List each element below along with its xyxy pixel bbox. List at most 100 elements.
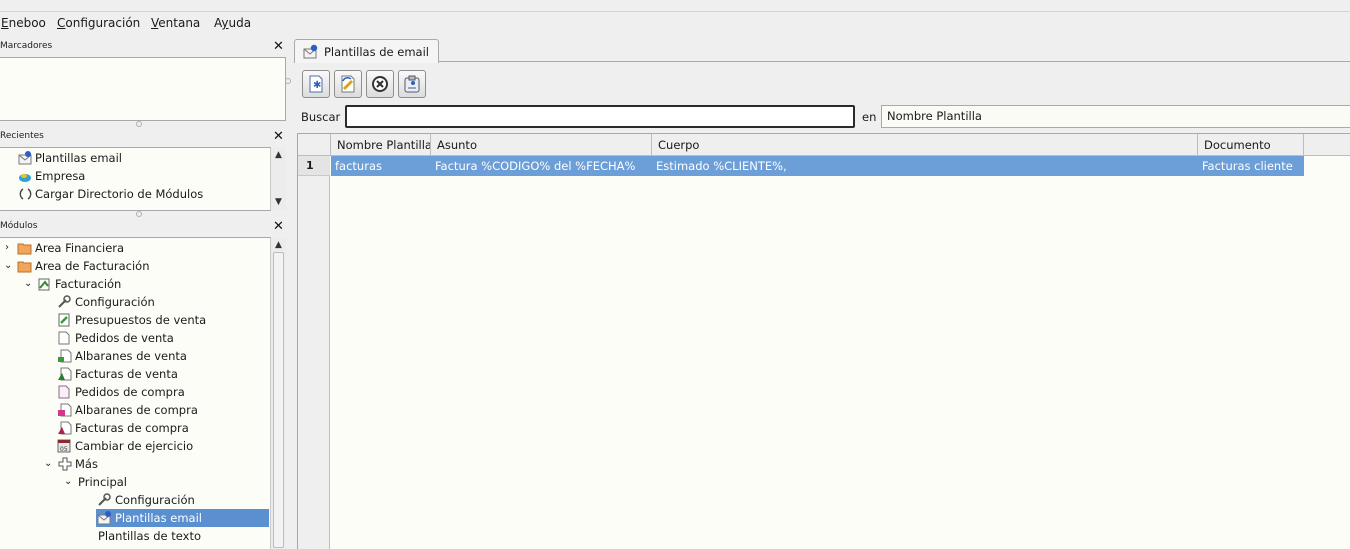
- recent-item[interactable]: Cargar Directorio de Módulos: [0, 185, 270, 203]
- menu-ayuda[interactable]: Ayuda: [214, 16, 251, 31]
- chevron-down-icon[interactable]: ⌄: [4, 257, 12, 275]
- wrench-icon: [98, 493, 111, 506]
- close-icon[interactable]: ✕: [273, 40, 284, 53]
- column-header-documento[interactable]: Documento: [1198, 134, 1304, 156]
- view-record-button[interactable]: [398, 70, 426, 98]
- tree-item-presupuestos-venta[interactable]: Presupuestos de venta: [0, 311, 270, 329]
- sales-quote-icon: [58, 313, 70, 327]
- plus-icon: [58, 457, 72, 471]
- column-header-asunto[interactable]: Asunto: [431, 134, 652, 156]
- tree-item-facturas-compra[interactable]: Facturas de compra: [0, 419, 270, 437]
- tree-item-label: Cambiar de ejercicio: [75, 439, 194, 453]
- tree-item-label: Pedidos de venta: [75, 331, 174, 345]
- table-cell[interactable]: Estimado %CLIENTE%,: [652, 156, 1198, 176]
- tree-item-configuracion[interactable]: Configuración: [0, 293, 270, 311]
- tree-item-label: Plantillas de texto: [98, 529, 202, 543]
- email-template-icon: [303, 44, 318, 59]
- tree-item-pedidos-compra[interactable]: Pedidos de compra: [0, 383, 270, 401]
- recent-list: Plantillas email Empresa Cargar Director…: [0, 147, 271, 211]
- company-icon: [19, 174, 31, 182]
- tree-item-plantillas-email[interactable]: Plantillas email: [0, 509, 270, 527]
- scrollbar-thumb[interactable]: [273, 252, 284, 548]
- menu-configuracin[interactable]: Configuración: [57, 16, 140, 31]
- tab-bar: Plantillas de email: [294, 37, 1350, 63]
- recent-item-label: Empresa: [35, 169, 86, 183]
- tree-item-label: Más: [75, 457, 98, 471]
- tree-item-label: Presupuestos de venta: [75, 313, 207, 327]
- tree-item-plantillas-texto[interactable]: Plantillas de texto: [0, 527, 270, 545]
- tree-item-albaranes-venta[interactable]: Albaranes de venta: [0, 347, 270, 365]
- sales-order-icon: [58, 331, 70, 345]
- scroll-up-icon[interactable]: ▲: [275, 241, 282, 250]
- row-header-column: [298, 156, 330, 549]
- tree-item-label: Area Financiera: [35, 241, 125, 255]
- menu-label-part: uda: [228, 16, 252, 30]
- tree-item-label: Configuración: [75, 295, 155, 309]
- fiscal-year-icon: 05: [57, 439, 71, 453]
- folder-icon: [17, 243, 32, 255]
- tree-item-facturas-venta[interactable]: Facturas de venta: [0, 365, 270, 383]
- modules-tree: › Area Financiera ⌄ Area de Facturación …: [0, 237, 271, 549]
- tree-item-label: Area de Facturación: [35, 259, 150, 273]
- sales-delivery-note-icon: [58, 349, 72, 363]
- tree-item-mas[interactable]: ⌄ Más: [0, 455, 270, 473]
- search-input[interactable]: [345, 105, 855, 128]
- row-number[interactable]: 1: [298, 156, 330, 176]
- delete-record-button[interactable]: [366, 70, 394, 98]
- column-header-cuerpo[interactable]: Cuerpo: [652, 134, 1198, 156]
- tree-item-cambiar-ejercicio[interactable]: 05 Cambiar de ejercicio: [0, 437, 270, 455]
- scroll-down-icon[interactable]: ▼: [275, 198, 282, 207]
- dock-title-recientes: Recientes: [0, 131, 44, 141]
- tree-item-area-financiera[interactable]: › Area Financiera: [0, 239, 270, 257]
- svg-text:✱: ✱: [313, 80, 321, 91]
- recent-item[interactable]: Empresa: [0, 167, 270, 185]
- table-cell[interactable]: Facturas cliente: [1198, 156, 1304, 176]
- scroll-up-icon[interactable]: ▲: [275, 151, 282, 160]
- recent-item[interactable]: Plantillas email: [0, 149, 270, 167]
- table-cell[interactable]: facturas: [331, 156, 431, 176]
- dock-title-modulos: Módulos: [0, 221, 38, 231]
- sales-invoice-icon: [58, 367, 72, 381]
- column-header-nombre-plantilla[interactable]: Nombre Plantilla: [331, 134, 431, 156]
- splitter-handle[interactable]: [285, 78, 291, 84]
- recent-scrollbar[interactable]: ▲ ▼: [270, 148, 286, 210]
- chevron-right-icon[interactable]: ›: [5, 239, 9, 257]
- data-grid: Nombre Plantilla Asunto Cuerpo Documento…: [297, 133, 1350, 549]
- menu-label-part: E: [1, 16, 9, 30]
- load-directory-icon: [19, 188, 32, 200]
- tree-item-label: Facturación: [55, 277, 122, 291]
- close-icon[interactable]: ✕: [273, 220, 284, 233]
- tree-item-facturacion[interactable]: ⌄ Facturación: [0, 275, 270, 293]
- tree-item-label: Albaranes de compra: [75, 403, 198, 417]
- menu-label-part: entana: [158, 16, 201, 30]
- modules-scrollbar[interactable]: ▲: [270, 238, 286, 549]
- bookmarks-panel[interactable]: [0, 57, 286, 121]
- tab-plantillas-email[interactable]: Plantillas de email: [294, 39, 439, 63]
- tree-item-pedidos-venta[interactable]: Pedidos de venta: [0, 329, 270, 347]
- chevron-down-icon[interactable]: ⌄: [44, 455, 52, 473]
- tree-item-configuracion-principal[interactable]: Configuración: [0, 491, 270, 509]
- wrench-icon: [58, 295, 71, 308]
- splitter-handle[interactable]: [136, 211, 142, 217]
- tree-item-albaranes-compra[interactable]: Albaranes de compra: [0, 401, 270, 419]
- tree-item-area-facturacion[interactable]: ⌄ Area de Facturación: [0, 257, 270, 275]
- purchase-invoice-icon: [58, 421, 72, 435]
- new-record-button[interactable]: ✱: [302, 70, 330, 98]
- grid-corner: [298, 134, 331, 156]
- edit-record-button[interactable]: [334, 70, 362, 98]
- table-cell[interactable]: Factura %CODIGO% del %FECHA%: [431, 156, 652, 176]
- chevron-down-icon[interactable]: ⌄: [64, 473, 72, 491]
- edit-record-icon: [341, 75, 355, 93]
- chevron-down-icon[interactable]: ⌄: [24, 275, 32, 293]
- menu-bar: Eneboo Configuración Ventana Ayuda: [0, 13, 1350, 35]
- menu-ventana[interactable]: Ventana: [151, 16, 200, 31]
- menu-label-part: onfiguración: [65, 16, 141, 30]
- search-field-select[interactable]: Nombre Plantilla: [881, 105, 1350, 128]
- close-icon[interactable]: ✕: [273, 130, 284, 143]
- splitter-handle[interactable]: [136, 121, 142, 127]
- invoicing-module-icon: [38, 278, 50, 291]
- menu-eneboo[interactable]: Eneboo: [1, 16, 46, 31]
- tree-item-principal[interactable]: ⌄ Principal: [0, 473, 270, 491]
- search-in-label: en: [862, 110, 877, 124]
- tree-item-label: Configuración: [115, 493, 195, 507]
